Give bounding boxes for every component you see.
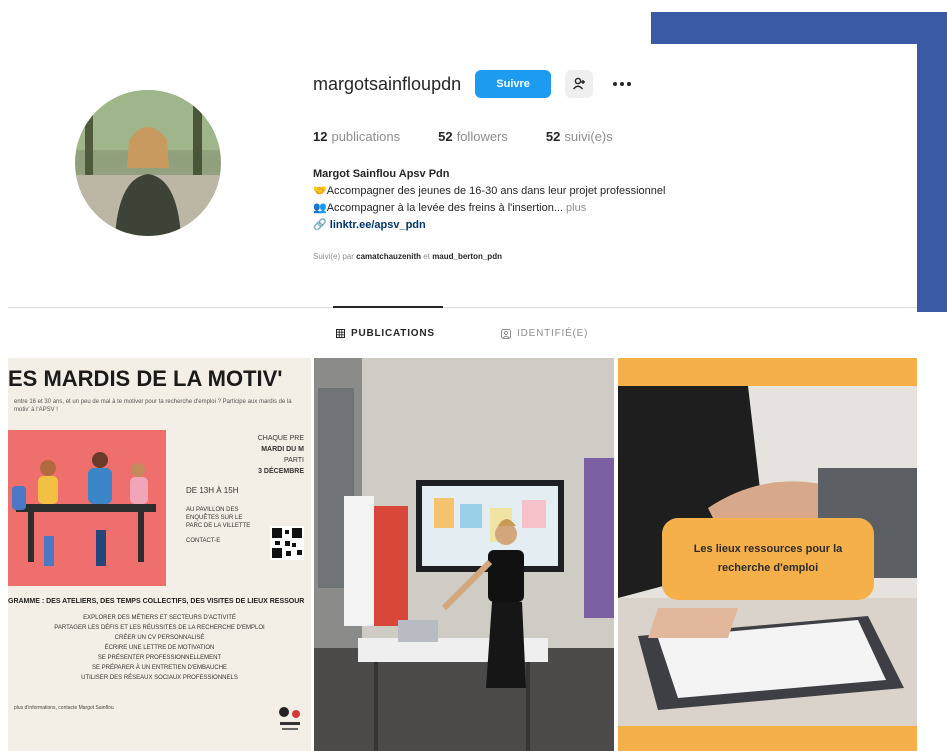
suggest-user-button[interactable] xyxy=(565,70,594,98)
qr-code-icon xyxy=(270,526,304,560)
handshake-emoji-icon: 🤝 xyxy=(313,185,327,197)
bio-more-link[interactable]: plus xyxy=(566,202,586,214)
grid-icon xyxy=(336,329,345,338)
decorative-blue-bar xyxy=(651,12,947,44)
tabs-divider xyxy=(8,307,917,308)
following-stat[interactable]: 52 suivi(e)s xyxy=(546,129,613,144)
post-caption-card: Les lieux ressources pour la recherche d… xyxy=(662,518,874,600)
tagged-icon xyxy=(501,328,511,339)
bio-line-1: 🤝Accompagner des jeunes de 16-30 ans dan… xyxy=(313,185,666,197)
display-name: Margot Sainflou Apsv Pdn xyxy=(313,168,450,180)
bio-link[interactable]: linktr.ee/apsv_pdn xyxy=(330,219,426,231)
add-user-icon xyxy=(573,77,586,90)
decorative-blue-side xyxy=(917,12,947,312)
username: margotsainfloupdn xyxy=(313,73,462,94)
post-mardis-motiv[interactable]: ES MARDIS DE LA MOTIV' entre 16 et 30 an… xyxy=(8,358,311,751)
bio-line-2: 👥Accompagner à la levée des freins à l'i… xyxy=(313,202,587,214)
link-icon: 🔗 xyxy=(313,219,327,231)
followed-by[interactable]: Suivi(e) par camatchauzenith et maud_ber… xyxy=(313,252,502,261)
logo-icon xyxy=(279,707,300,730)
poster-subtitle: entre 16 et 30 ans, et un peu de mal à t… xyxy=(14,399,292,413)
post-lieux-ressources[interactable]: Les lieux ressources pour la recherche d… xyxy=(618,358,917,751)
profile-stats: 12 publications 52 followers 52 suivi(e)s xyxy=(313,129,613,144)
active-tab-indicator xyxy=(333,306,443,308)
poster-contact: plus d'informations, contacte Margot Sai… xyxy=(14,705,114,711)
poster-illustration xyxy=(8,430,166,586)
tab-tagged[interactable]: IDENTIFIÉ(E) xyxy=(501,328,588,339)
follow-button[interactable]: Suivre xyxy=(475,70,552,98)
post-workshop-photo[interactable] xyxy=(314,358,614,751)
avatar[interactable] xyxy=(75,90,221,236)
profile-header-row: margotsainfloupdn Suivre xyxy=(313,70,637,98)
people-emoji-icon: 👥 xyxy=(313,202,327,214)
poster-title: ES MARDIS DE LA MOTIV' xyxy=(8,366,283,391)
publications-stat: 12 publications xyxy=(313,129,401,144)
more-options-button[interactable] xyxy=(607,70,637,98)
tab-publications[interactable]: PUBLICATIONS xyxy=(336,328,435,339)
poster-programme-title: GRAMME : DES ATELIERS, DES TEMPS COLLECT… xyxy=(8,598,305,605)
more-icon xyxy=(613,82,632,86)
followers-stat[interactable]: 52 followers xyxy=(438,129,508,144)
bio-link-row[interactable]: 🔗 linktr.ee/apsv_pdn xyxy=(313,217,665,234)
bio: Margot Sainflou Apsv Pdn 🤝Accompagner de… xyxy=(313,166,665,234)
poster-programme: EXPLORER DES MÉTIERS ET SECTEURS D'ACTIV… xyxy=(54,615,265,681)
